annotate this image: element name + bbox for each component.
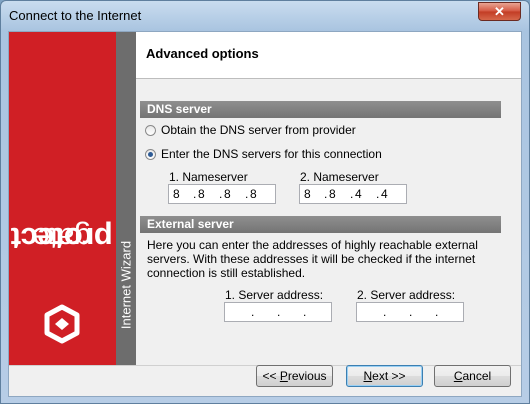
title-bar[interactable]: Connect to the Internet ✕	[1, 1, 529, 31]
close-icon: ✕	[494, 4, 505, 19]
radio-button[interactable]	[145, 124, 156, 136]
nameserver2-input[interactable]: 8 . 8 . 4 . 4	[299, 184, 407, 204]
page-title: Advanced options	[146, 46, 259, 61]
server1-label: 1. Server address:	[225, 288, 324, 302]
brand-logo-icon	[44, 304, 80, 344]
server2-input[interactable]: . . .	[356, 302, 464, 322]
next-button[interactable]: Next >>	[346, 365, 423, 387]
nameserver2-label: 2. Nameserver	[300, 170, 379, 184]
wizard-client-area: gate protect Internet Wizard Advanced opt…	[8, 31, 522, 397]
external-section-header: External server	[140, 216, 501, 233]
server1-input[interactable]: . . .	[224, 302, 332, 322]
radio-label: Obtain the DNS server from provider	[161, 123, 356, 137]
external-description: Here you can enter the addresses of high…	[147, 238, 478, 280]
previous-button[interactable]: << Previous	[256, 365, 333, 387]
window-title: Connect to the Internet	[9, 8, 142, 23]
radio-label: Enter the DNS servers for this connectio…	[161, 147, 382, 161]
server2-label: 2. Server address:	[357, 288, 456, 302]
dns-section-header: DNS server	[140, 101, 501, 118]
page-header: Advanced options	[136, 32, 521, 79]
wizard-window: Connect to the Internet ✕ gate protect In…	[0, 0, 530, 404]
close-button[interactable]: ✕	[478, 2, 521, 21]
radio-enter-dns[interactable]: Enter the DNS servers for this connectio…	[145, 146, 382, 162]
nameserver1-label: 1. Nameserver	[169, 170, 248, 184]
radio-obtain-dns[interactable]: Obtain the DNS server from provider	[145, 122, 356, 138]
brand-panel: gate protect	[9, 32, 116, 365]
nameserver1-input[interactable]: 8 . 8 . 8 . 8	[168, 184, 276, 204]
wizard-side-strip: Internet Wizard	[116, 32, 136, 365]
radio-button[interactable]	[145, 148, 156, 160]
cancel-button[interactable]: Cancel	[434, 365, 511, 387]
